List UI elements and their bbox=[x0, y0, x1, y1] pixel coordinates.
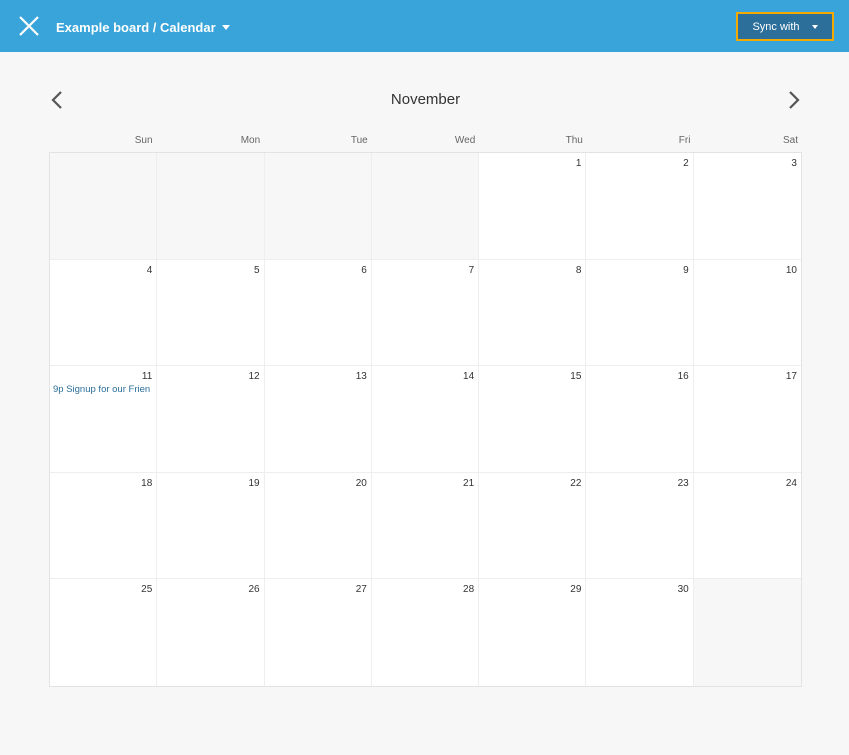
day-number: 5 bbox=[254, 264, 260, 276]
day-number: 14 bbox=[463, 371, 475, 383]
month-navigation: November bbox=[49, 85, 802, 115]
empty-day-cell bbox=[50, 153, 158, 260]
weekday-label: Tue bbox=[350, 135, 368, 146]
day-cell[interactable]: 25 bbox=[50, 579, 158, 686]
sync-with-button[interactable]: Sync with bbox=[736, 12, 834, 41]
day-cell[interactable]: 21 bbox=[371, 472, 480, 580]
day-number: 7 bbox=[468, 264, 475, 276]
weekday-label: Sun bbox=[134, 135, 153, 146]
day-cell[interactable]: 22 bbox=[479, 472, 587, 580]
day-cell[interactable]: 26 bbox=[157, 579, 265, 686]
day-cell[interactable]: 20 bbox=[264, 472, 372, 580]
top-bar: Example board / Calendar Sync with bbox=[0, 0, 849, 52]
day-number: 24 bbox=[785, 477, 797, 489]
day-number: 15 bbox=[570, 371, 582, 383]
next-month-button[interactable] bbox=[784, 88, 802, 112]
weekday-label: Sat bbox=[782, 135, 798, 146]
day-cell[interactable]: 11 9p Signup for our Frien bbox=[50, 366, 158, 473]
weekday-label: Mon bbox=[240, 135, 261, 146]
day-number: 21 bbox=[463, 477, 475, 489]
day-cell[interactable]: 29 bbox=[479, 579, 587, 686]
day-number: 6 bbox=[361, 264, 367, 276]
calendar-grid: 1 2 3 4 5 6 7 8 9 10 11 9p Signup for our Frien 12 13… bbox=[49, 152, 802, 687]
day-cell[interactable]: 18 bbox=[50, 472, 158, 580]
caret-down-icon bbox=[811, 24, 818, 29]
day-cell[interactable]: 9 bbox=[586, 259, 694, 367]
day-number: 26 bbox=[248, 584, 260, 596]
day-cell[interactable]: 2 bbox=[586, 153, 694, 260]
day-number: 19 bbox=[248, 477, 260, 489]
board-title: Example board / Calendar bbox=[56, 19, 216, 35]
day-cell[interactable]: 24 bbox=[693, 473, 801, 580]
day-number: 18 bbox=[141, 477, 153, 489]
empty-day-cell bbox=[264, 153, 372, 260]
empty-day-cell bbox=[371, 153, 480, 260]
day-cell[interactable]: 19 bbox=[157, 472, 265, 580]
day-number: 28 bbox=[463, 584, 475, 596]
board-title-menu[interactable]: Example board / Calendar bbox=[56, 17, 230, 37]
day-number: 29 bbox=[570, 584, 582, 596]
day-cell[interactable]: 13 bbox=[264, 366, 372, 473]
day-cell[interactable]: 10 bbox=[693, 260, 801, 367]
month-title: November bbox=[390, 91, 461, 108]
day-number: 16 bbox=[677, 371, 689, 383]
day-cell[interactable]: 23 bbox=[586, 472, 694, 580]
day-number: 8 bbox=[575, 264, 582, 276]
empty-day-cell bbox=[157, 153, 265, 260]
day-cell[interactable]: 17 bbox=[693, 366, 801, 473]
close-button[interactable] bbox=[14, 11, 44, 41]
day-number: 30 bbox=[677, 584, 689, 596]
day-cell[interactable]: 27 bbox=[265, 579, 372, 686]
day-number: 1 bbox=[575, 158, 582, 169]
day-number: 4 bbox=[146, 264, 153, 276]
day-number: 12 bbox=[248, 371, 260, 383]
empty-day-cell bbox=[693, 579, 801, 686]
day-cell[interactable]: 15 bbox=[479, 366, 587, 473]
day-cell[interactable]: 5 bbox=[157, 259, 265, 367]
day-cell[interactable]: 8 bbox=[479, 259, 587, 367]
day-cell[interactable]: 4 bbox=[50, 259, 158, 367]
weekday-header: Sun Mon Tue Wed Thu Fri Sat bbox=[49, 135, 802, 149]
caret-down-icon bbox=[221, 24, 230, 30]
close-icon bbox=[19, 16, 39, 36]
day-cell[interactable]: 1 bbox=[479, 153, 587, 260]
day-number: 10 bbox=[785, 264, 797, 276]
chevron-right-icon bbox=[789, 91, 800, 109]
day-number: 25 bbox=[141, 584, 153, 596]
day-cell[interactable]: 7 bbox=[371, 259, 480, 367]
day-number: 3 bbox=[791, 158, 797, 169]
calendar-event[interactable]: 9p Signup for our Frien bbox=[53, 384, 156, 395]
day-cell[interactable]: 16 bbox=[586, 366, 694, 473]
day-number: 2 bbox=[683, 158, 689, 169]
day-number: 27 bbox=[355, 584, 367, 596]
day-cell[interactable]: 12 bbox=[157, 366, 265, 473]
day-number: 23 bbox=[677, 477, 689, 489]
weekday-label: Thu bbox=[565, 135, 583, 146]
day-number: 11 bbox=[141, 371, 153, 383]
day-cell[interactable]: 14 bbox=[371, 366, 480, 473]
day-number: 9 bbox=[683, 264, 689, 276]
day-cell[interactable]: 3 bbox=[693, 153, 801, 260]
day-cell[interactable]: 28 bbox=[372, 579, 480, 686]
day-number: 13 bbox=[355, 371, 367, 383]
sync-with-label: Sync with bbox=[752, 20, 800, 33]
day-number: 22 bbox=[570, 477, 582, 489]
weekday-label: Wed bbox=[454, 135, 476, 146]
day-cell[interactable]: 6 bbox=[264, 259, 372, 367]
day-cell[interactable]: 30 bbox=[586, 579, 694, 686]
weekday-label: Fri bbox=[678, 135, 691, 146]
day-number: 20 bbox=[355, 477, 367, 489]
day-number: 17 bbox=[785, 371, 797, 383]
